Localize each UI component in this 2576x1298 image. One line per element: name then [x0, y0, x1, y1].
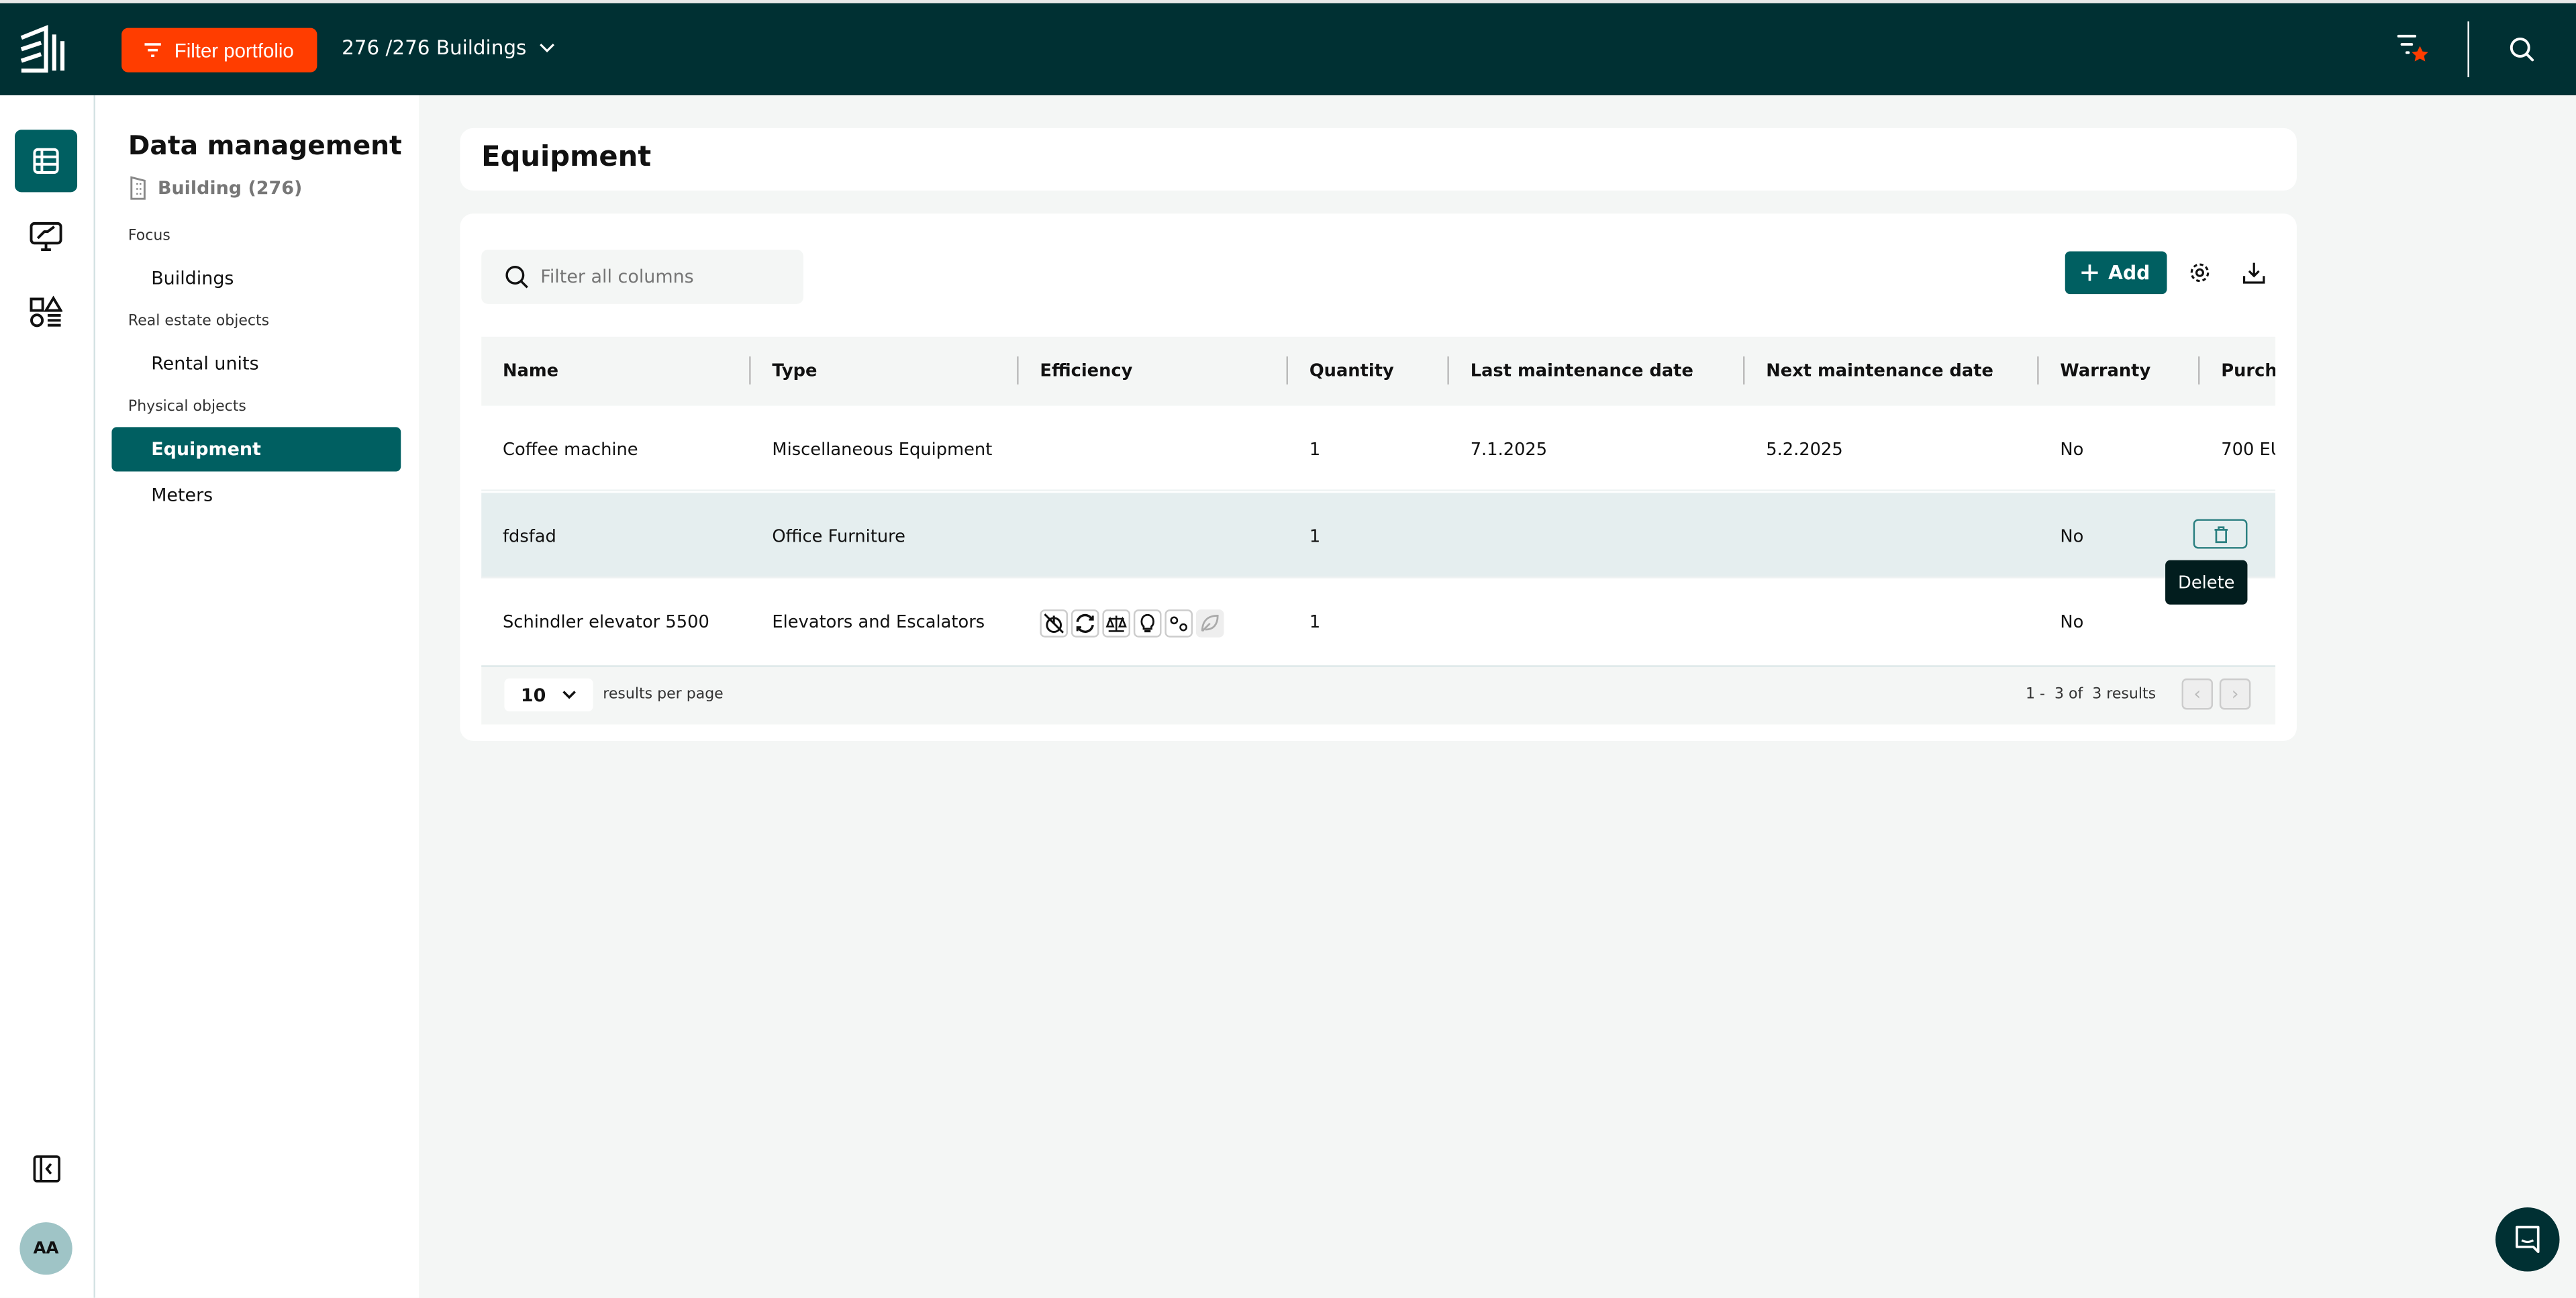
search-input[interactable]	[540, 266, 787, 288]
cell-warranty: No	[2060, 526, 2084, 546]
table-footer	[481, 665, 2276, 725]
nav-item-meters[interactable]: Meters	[111, 473, 401, 517]
add-button[interactable]: Add	[2065, 251, 2167, 295]
logo-icon	[20, 25, 65, 73]
column-resizer[interactable]	[749, 356, 751, 385]
lightbulb-icon[interactable]	[1133, 609, 1162, 638]
column-header[interactable]: Efficiency	[1040, 361, 1132, 381]
download-icon[interactable]	[2242, 261, 2265, 284]
cell-next: 5.2.2025	[1766, 440, 1843, 460]
cell-warranty: No	[2060, 612, 2084, 633]
gears-icon[interactable]	[1165, 609, 1193, 638]
column-header[interactable]: Type	[772, 361, 817, 381]
cell-name: fdsfad	[502, 526, 556, 546]
analytics-nav[interactable]	[15, 205, 77, 268]
table-row[interactable]	[481, 406, 2276, 491]
per-page-select[interactable]: 10	[504, 678, 593, 711]
column-resizer[interactable]	[1017, 356, 1019, 385]
saved-filters-icon[interactable]	[2395, 33, 2432, 66]
next-page-button[interactable]: ›	[2219, 678, 2251, 710]
cell-type: Miscellaneous Equipment	[772, 440, 993, 460]
cell-quantity: 1	[1309, 440, 1321, 460]
chevron-down-icon	[563, 691, 577, 699]
column-header[interactable]: Warranty	[2060, 361, 2150, 381]
top-bar: Filter portfolio 276 /276 Buildings	[0, 0, 2576, 95]
building-selector[interactable]: 276 /276 Buildings	[342, 36, 556, 59]
cell-last: 7.1.2025	[1470, 440, 1548, 460]
cell-type: Office Furniture	[772, 526, 906, 546]
column-header[interactable]: Name	[503, 361, 558, 381]
monitor-chart-icon	[30, 221, 62, 252]
avatar[interactable]: AA	[19, 1222, 72, 1275]
trash-icon	[2214, 526, 2227, 542]
page-title: Equipment	[481, 141, 652, 174]
nav-section-label: Focus	[128, 228, 170, 245]
nav-item-buildings[interactable]: Buildings	[111, 256, 401, 301]
cell-quantity: 1	[1309, 612, 1321, 633]
cell-name: Coffee machine	[502, 440, 638, 460]
filter-icon	[144, 43, 162, 58]
column-header[interactable]: Last maintenance date	[1471, 361, 1693, 381]
building-count: Building (276)	[130, 176, 302, 201]
table-icon	[33, 148, 59, 174]
chat-icon	[2516, 1226, 2540, 1253]
icon-rail: AA	[0, 95, 95, 1298]
column-resizer[interactable]	[2037, 356, 2039, 385]
secondary-nav: Data management Building (276) Focus Bui…	[95, 95, 419, 1298]
cell-type: Elevators and Escalators	[772, 612, 985, 633]
settings-icon[interactable]	[2188, 261, 2211, 284]
collapse-sidebar-icon[interactable]	[33, 1155, 61, 1183]
filter-portfolio-button[interactable]: Filter portfolio	[121, 28, 317, 72]
scale-icon[interactable]	[1102, 609, 1131, 638]
pagination-summary: 1 - 3 of 3 results	[2026, 687, 2157, 703]
column-header[interactable]: Next maintenance date	[1766, 361, 1993, 381]
nav-section-label: Real estate objects	[128, 313, 270, 330]
nav-title: Data management	[128, 130, 402, 161]
chevron-down-icon	[540, 43, 556, 53]
data-management-nav[interactable]	[15, 130, 78, 193]
search-icon	[505, 266, 528, 289]
cell-quantity: 1	[1309, 526, 1321, 546]
cell-name: Schindler elevator 5500	[502, 612, 709, 633]
per-page-label: results per page	[603, 687, 724, 703]
leaf-icon[interactable]	[1195, 609, 1224, 638]
efficiency-icons	[1040, 609, 1227, 638]
chat-button[interactable]	[2495, 1207, 2560, 1272]
prev-page-button[interactable]: ‹	[2181, 678, 2214, 710]
column-resizer[interactable]	[1447, 356, 1449, 385]
column-resizer[interactable]	[2198, 356, 2200, 385]
page-header: Equipment	[460, 128, 2297, 191]
plus-icon	[2082, 264, 2099, 281]
search-icon[interactable]	[2509, 36, 2535, 62]
building-icon	[130, 176, 146, 200]
objects-nav[interactable]	[15, 281, 77, 344]
cell-purchase: 700 EU	[2221, 440, 2275, 460]
delete-tooltip: Delete	[2165, 560, 2248, 605]
column-header[interactable]: Purcha	[2221, 361, 2275, 381]
power-off-icon[interactable]	[1040, 609, 1069, 638]
table-row[interactable]	[481, 492, 2276, 578]
refresh-icon[interactable]	[1071, 609, 1099, 638]
nav-section-label: Physical objects	[128, 399, 246, 416]
nav-item-rental-units[interactable]: Rental units	[111, 342, 401, 386]
column-header[interactable]: Quantity	[1309, 361, 1394, 381]
divider	[2467, 21, 2469, 78]
search-field[interactable]	[481, 250, 803, 304]
shapes-icon	[30, 295, 63, 328]
cell-warranty: No	[2060, 440, 2084, 460]
column-resizer[interactable]	[1286, 356, 1288, 385]
column-resizer[interactable]	[1743, 356, 1745, 385]
delete-button[interactable]	[2193, 519, 2248, 549]
nav-item-equipment[interactable]: Equipment	[111, 427, 401, 472]
table-row[interactable]	[481, 579, 2275, 664]
